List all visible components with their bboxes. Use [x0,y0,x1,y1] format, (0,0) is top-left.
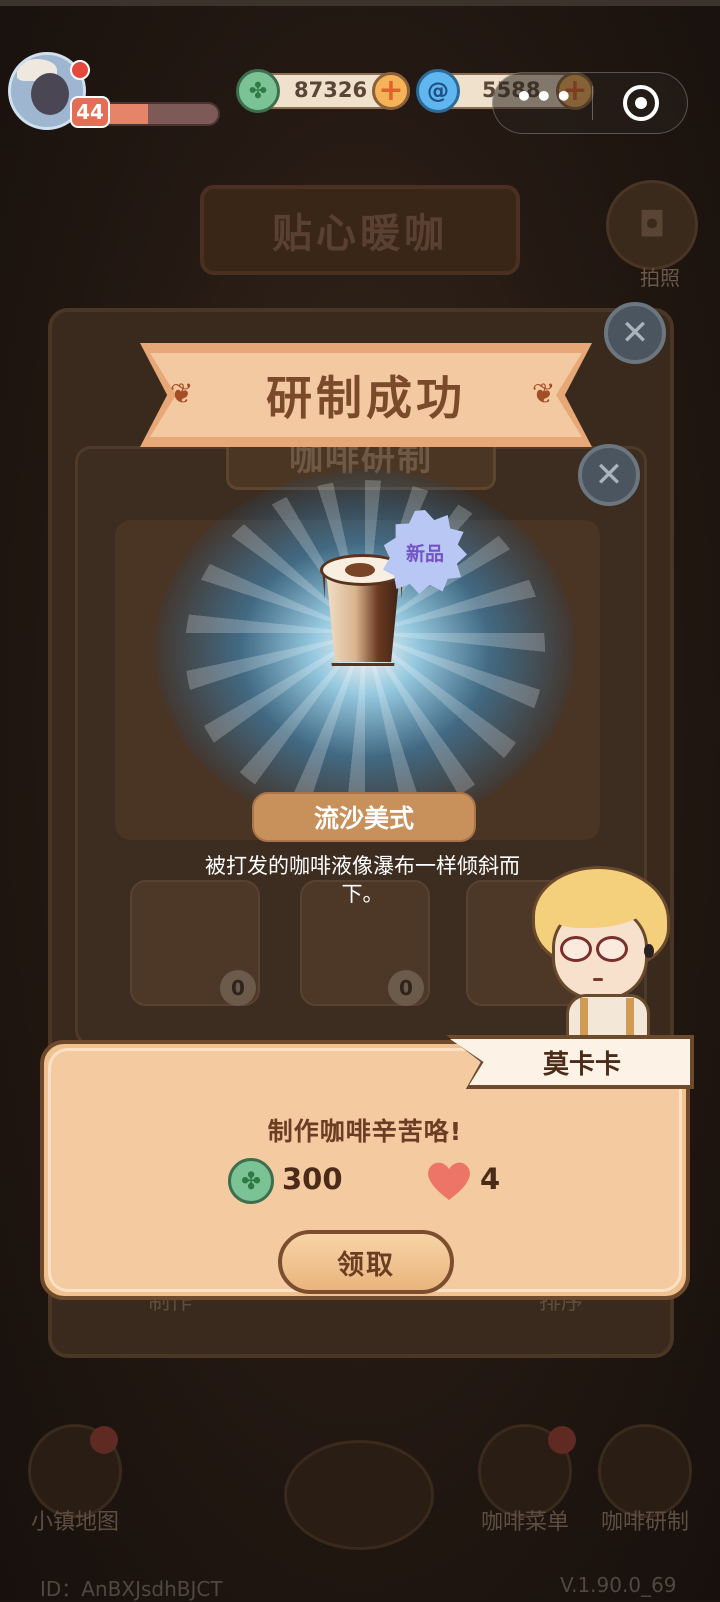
camera-label: 拍照 [640,266,680,290]
top-edge-bar [0,0,720,6]
player-id: ID：AnBXJsdhBJCT [40,1577,223,1601]
green-currency-value: 87326 [294,78,368,102]
more-options-button[interactable]: ••• [515,80,575,113]
character-mouth [593,978,603,981]
close-icon: ✕ [620,313,650,353]
close-research-panel-button[interactable]: ✕ [578,444,640,506]
glasses-right-icon [596,936,628,962]
avatar-face [31,73,69,115]
close-icon: ✕ [594,455,624,495]
dialog-message: 制作咖啡辛苦咯! [267,1117,463,1146]
new-badge-label: 新品 [405,542,444,565]
center-emblem [284,1440,434,1550]
coffee-research-label: 咖啡研制 [600,1510,689,1535]
reward-coin-value: 300 [282,1162,343,1196]
avatar-notification-dot [70,60,90,80]
capsule-divider [592,86,593,120]
ingredient-count: 0 [220,970,256,1006]
camera-button[interactable]: ◘ [606,180,698,270]
level-badge: 44 [70,96,110,128]
item-description: 被打发的咖啡液像瀑布一样倾斜而下。 [205,854,520,906]
plus-icon: + [378,73,404,108]
camera-icon: ◘ [638,205,666,245]
success-banner: ❦ ❦ 研制成功 [140,343,592,447]
character-earring [644,944,654,958]
speaker-name-tag: 莫卡卡 [446,1035,694,1089]
shop-title-text: 贴心暖咖 [272,211,448,257]
coffee-menu-label: 咖啡菜单 [480,1510,569,1535]
swirl-gem-icon: @ [416,69,460,113]
town-map-label: 小镇地图 [30,1510,119,1535]
game-version: V.1.90.0_69 [560,1573,677,1597]
clover-coin-icon: ✤ [228,1158,274,1204]
coffee-menu-notification-dot [548,1426,576,1454]
reward-heart-value: 4 [480,1162,501,1196]
success-title: 研制成功 [266,371,466,425]
add-green-currency-button[interactable]: + [372,72,410,110]
speaker-name: 莫卡卡 [542,1049,621,1080]
ingredient-count: 0 [388,970,424,1006]
close-shop-panel-button[interactable]: ✕ [604,302,666,364]
clover-coin-icon: ✤ [236,69,280,113]
item-name-pill: 流沙美式 [252,792,476,842]
shop-title-sign: 贴心暖咖 [200,185,520,275]
exit-miniprogram-button[interactable] [623,85,659,121]
glasses-left-icon [560,936,592,962]
town-map-notification-dot [90,1426,118,1454]
claim-button[interactable]: 领取 [278,1230,454,1294]
